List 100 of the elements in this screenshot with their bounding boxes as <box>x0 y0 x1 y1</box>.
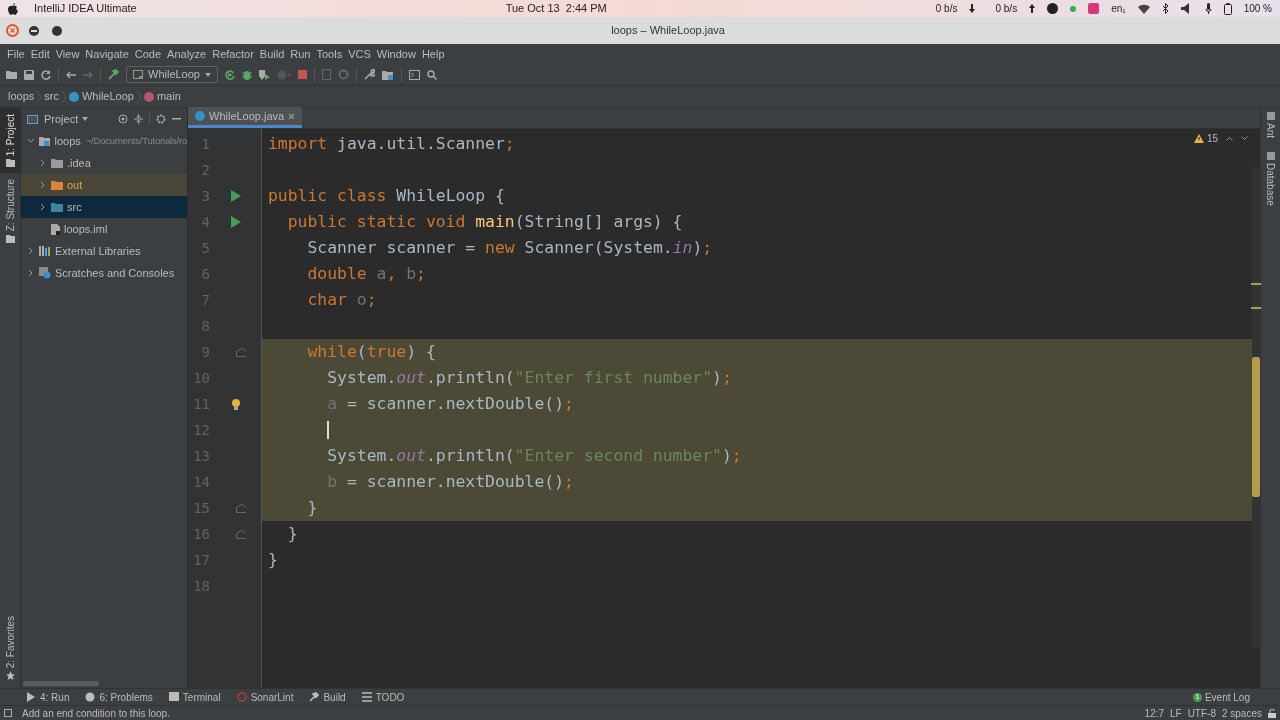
breadcrumb[interactable]: loops <box>8 88 35 105</box>
scratches-icon <box>39 267 51 279</box>
tool-window-button[interactable]: TODO <box>361 689 405 705</box>
tree-item[interactable]: loops ~/Documents/Tutorials/ro <box>21 130 187 152</box>
bug-icon[interactable] <box>242 69 252 80</box>
menu-item[interactable]: Navigate <box>82 45 132 63</box>
breadcrumb[interactable]: src <box>44 88 59 105</box>
menu-item[interactable]: Code <box>131 45 165 63</box>
method-icon <box>143 91 154 102</box>
lightbulb-icon[interactable] <box>232 398 240 410</box>
tree-item[interactable]: loops.iml <box>21 218 187 240</box>
toggle-panels-icon[interactable] <box>4 709 12 717</box>
tool-window-button[interactable]: Z: Structure <box>0 173 20 249</box>
hammer-icon[interactable] <box>108 69 119 80</box>
tree-item[interactable]: src <box>21 196 187 218</box>
locate-icon[interactable] <box>118 114 128 124</box>
horizontal-scrollbar[interactable] <box>23 681 99 686</box>
editor-tab[interactable]: WhileLoop.java <box>188 107 303 128</box>
menu-item[interactable]: Refactor <box>209 45 257 63</box>
line-separator[interactable]: LF <box>1169 705 1182 720</box>
warning-count[interactable]: 15 <box>1206 131 1218 146</box>
status-dot-icon <box>1070 5 1077 12</box>
bluetooth-icon[interactable] <box>1161 3 1169 14</box>
warning-icon[interactable] <box>1193 134 1204 143</box>
breadcrumb[interactable]: WhileLoop <box>68 88 134 105</box>
rerun-icon[interactable] <box>225 69 235 80</box>
microphone-icon[interactable] <box>1204 3 1212 14</box>
breadcrumb[interactable]: main <box>143 88 181 105</box>
folder-icon <box>5 159 15 168</box>
menu-item[interactable]: Edit <box>27 45 53 63</box>
minimize-button[interactable] <box>29 25 39 36</box>
favorites-tool-button[interactable]: 2: Favorites <box>2 615 18 688</box>
project-structure-icon[interactable] <box>382 69 394 80</box>
apple-icon[interactable] <box>8 2 18 15</box>
class-icon <box>68 91 79 102</box>
wifi-icon[interactable] <box>1137 3 1150 14</box>
tool-window-button[interactable]: 6: Problems <box>85 689 153 705</box>
scroll-thumb[interactable] <box>1252 357 1260 497</box>
maximize-button[interactable] <box>52 25 62 36</box>
menu-item[interactable]: Analyze <box>164 45 210 63</box>
tree-item[interactable]: External Libraries <box>21 240 187 262</box>
indent-setting[interactable]: 2 spaces <box>1221 705 1262 720</box>
battery-icon[interactable] <box>1223 2 1232 15</box>
back-arrow-icon[interactable] <box>66 70 76 79</box>
cube-icon[interactable] <box>1088 3 1100 14</box>
coverage-icon[interactable] <box>259 69 270 80</box>
panel-icon <box>27 114 38 124</box>
run-configuration-dropdown[interactable]: WhileLoop <box>126 66 218 83</box>
save-icon[interactable] <box>24 69 34 80</box>
tool-window-button[interactable]: Ant <box>1263 112 1278 138</box>
menu-item[interactable]: File <box>4 45 28 63</box>
close-tab-icon[interactable] <box>288 112 296 120</box>
tool-window-button[interactable]: Database <box>1263 152 1278 206</box>
problems-icon <box>85 692 96 702</box>
run-icon <box>26 692 36 702</box>
text-cursor <box>327 421 330 439</box>
code-line: } <box>286 522 298 545</box>
download-arrow-icon <box>969 4 976 13</box>
menu-item[interactable]: View <box>52 45 83 63</box>
code-line: } <box>267 548 278 571</box>
project-path: ~/Documents/Tutorials/ro <box>85 133 187 148</box>
wrench-icon[interactable] <box>364 69 375 80</box>
menu-item[interactable]: Build <box>256 45 288 63</box>
file-encoding[interactable]: UTF-8 <box>1187 705 1216 720</box>
close-button[interactable] <box>6 24 19 37</box>
code-line: public class WhileLoop { <box>267 184 505 207</box>
module-folder-icon <box>38 136 51 146</box>
terminal-icon <box>168 692 179 702</box>
dropdown-arrow-icon <box>205 72 211 77</box>
tree-item[interactable]: .idea <box>21 152 187 174</box>
menu-item[interactable]: VCS <box>345 45 374 63</box>
tool-window-button[interactable]: Build <box>309 689 346 705</box>
download-rate: 0 b/s <box>935 2 958 16</box>
search-icon[interactable] <box>427 69 437 80</box>
run-icon[interactable] <box>231 190 241 202</box>
app-name[interactable]: IntelliJ IDEA Ultimate <box>34 0 137 17</box>
sync-icon[interactable] <box>41 69 51 80</box>
caret-position[interactable]: 12:7 <box>1144 705 1164 720</box>
folder-icon[interactable] <box>6 70 17 79</box>
menu-item[interactable]: Run <box>287 45 314 63</box>
tree-item[interactable]: out <box>21 174 187 196</box>
menu-item[interactable]: Tools <box>313 45 346 63</box>
tree-item[interactable]: Scratches and Consoles <box>21 262 187 284</box>
upload-rate: 0 b/s <box>995 2 1018 16</box>
project-view-dropdown[interactable]: Project <box>44 110 89 128</box>
tool-window-button[interactable]: SonarLint <box>236 689 294 705</box>
tool-window-button[interactable]: 4: Run <box>26 689 70 705</box>
battery-percent: 100 % <box>1243 2 1272 16</box>
settings-icon[interactable] <box>156 114 166 124</box>
unlock-icon[interactable] <box>1268 708 1276 718</box>
keyboard-language[interactable]: en₁ <box>1111 1 1126 16</box>
tool-window-button[interactable]: Terminal <box>168 689 221 705</box>
run-icon[interactable] <box>231 216 241 228</box>
terminal-window-icon[interactable] <box>409 69 420 80</box>
round-tray-icon[interactable] <box>1047 3 1059 14</box>
collapse-icon[interactable] <box>134 114 143 124</box>
menu-item[interactable]: Help <box>418 45 448 63</box>
tool-window-button[interactable]: 1: Project <box>0 108 20 174</box>
menu-item[interactable]: Window <box>373 45 419 63</box>
upload-arrow-icon <box>1029 4 1036 13</box>
